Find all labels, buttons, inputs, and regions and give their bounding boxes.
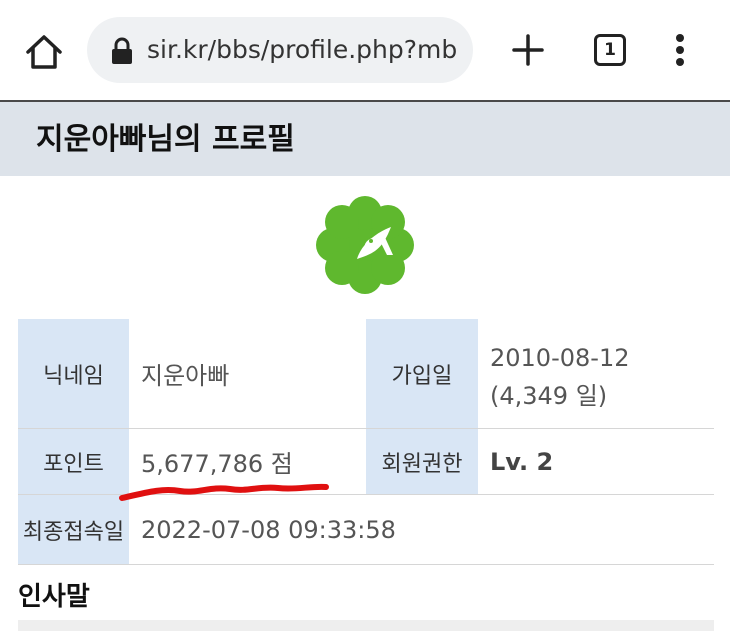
joined-label: 가입일 [366,319,478,429]
greeting-box [18,620,714,631]
avatar [316,196,414,294]
last-login-label: 최종접속일 [18,495,129,565]
joined-days: (4,349 일) [490,382,608,410]
url-text: sir.kr/bbs/profile.php?mb [147,35,458,64]
level-label: 회원권한 [366,429,478,495]
tab-count-button[interactable]: 1 [594,34,626,66]
nickname-value: 지운아빠 [129,319,366,429]
last-login-value: 2022-07-08 09:33:58 [129,495,714,565]
lock-icon [112,37,132,64]
points-label: 포인트 [18,429,129,495]
joined-date: 2010-08-12 [490,344,630,372]
new-tab-icon[interactable] [508,30,548,70]
more-menu-icon[interactable] [672,30,688,70]
greeting-heading: 인사말 [18,582,90,612]
level-value: Lv. 2 [478,429,714,495]
page-title: 지운아빠님의 프로필 [36,122,295,157]
home-icon[interactable] [22,30,66,74]
page-header: 지운아빠님의 프로필 [0,102,730,176]
red-underline-annotation [119,483,329,501]
address-bar[interactable]: sir.kr/bbs/profile.php?mb [87,17,473,83]
browser-toolbar: sir.kr/bbs/profile.php?mb 1 [0,0,730,100]
joined-value: 2010-08-12 (4,349 일) [478,319,714,429]
nickname-label: 닉네임 [18,319,129,429]
profile-info-table: 닉네임 지운아빠 가입일 2010-08-12 (4,349 일) 포인트 5,… [18,319,714,565]
